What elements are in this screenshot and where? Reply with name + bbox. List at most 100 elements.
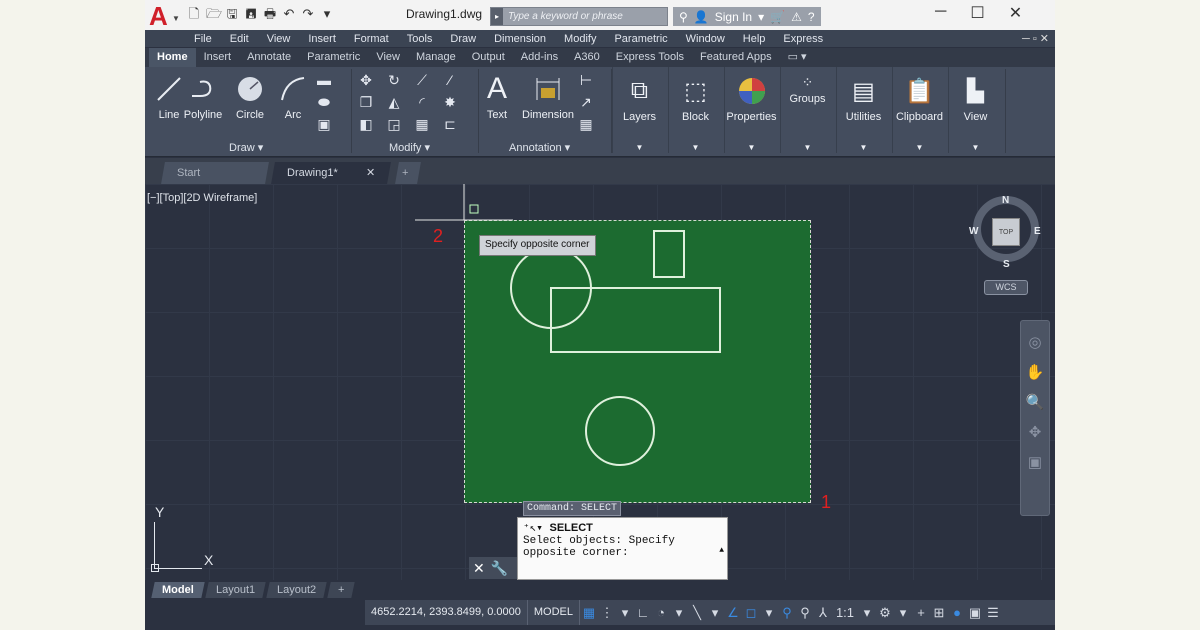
exchange-icon[interactable]: ⚠ (791, 10, 802, 24)
menu-edit[interactable]: Edit (221, 33, 258, 45)
view-dropdown-icon[interactable]: ▼ (949, 143, 1002, 152)
menu-draw[interactable]: Draw (441, 33, 485, 45)
tab-drawing1[interactable]: Drawing1* ✕ (271, 162, 391, 184)
compass-south[interactable]: S (1003, 259, 1010, 270)
tab-view[interactable]: View (368, 48, 408, 67)
groups-dropdown-icon[interactable]: ▼ (781, 143, 834, 152)
properties-dropdown-icon[interactable]: ▼ (725, 143, 778, 152)
menu-file[interactable]: File (185, 33, 221, 45)
annotation-monitor-icon[interactable]: + (912, 605, 930, 620)
print-icon[interactable]: 🖶 (263, 7, 277, 21)
tab-home[interactable]: Home (149, 48, 196, 67)
save-as-icon[interactable]: 🖪 (244, 7, 258, 21)
tab-model[interactable]: Model (151, 582, 205, 598)
offset-icon[interactable]: ⊏ (441, 115, 459, 133)
tab-annotate[interactable]: Annotate (239, 48, 299, 67)
new-icon[interactable]: 🗋 (187, 7, 201, 21)
model-space-button[interactable]: MODEL (528, 600, 580, 625)
circle-button[interactable]: Circle (228, 71, 272, 121)
menu-dimension[interactable]: Dimension (485, 33, 555, 45)
workspace-gear-icon[interactable]: ⚙ (876, 605, 894, 621)
compass-north[interactable]: N (1002, 195, 1009, 206)
tab-insert[interactable]: Insert (196, 48, 240, 67)
dropdown-icon[interactable]: ▾ (706, 605, 724, 621)
osnap-icon[interactable]: ◻ (742, 605, 760, 621)
menu-help[interactable]: Help (734, 33, 775, 45)
object-tracking-icon[interactable]: ∠ (724, 605, 742, 621)
drawing-area[interactable]: [−][Top][2D Wireframe] 2 1 Specify oppos… (145, 184, 1055, 580)
grid-icon[interactable]: ▦ (580, 605, 598, 621)
tab-layout2[interactable]: Layout2 (266, 582, 327, 598)
mdi-controls[interactable]: ─ ▫ ✕ (1022, 32, 1049, 45)
trim-icon[interactable]: ⟋ (413, 71, 431, 89)
cart-icon[interactable]: 🛒 (770, 10, 785, 24)
scale-icon[interactable]: ◲ (385, 115, 403, 133)
app-menu-arrow-icon[interactable]: ▼ (172, 14, 180, 23)
layers-group[interactable]: ⧉ Layers ▼ (612, 67, 666, 153)
annotation-scale-icon[interactable]: ⅄ (814, 605, 832, 621)
arc-button[interactable]: Arc (271, 71, 315, 121)
search-expand-icon[interactable]: ▸ (491, 8, 503, 25)
rotate-icon[interactable]: ↻ (385, 71, 403, 89)
sign-in-link[interactable]: Sign In (715, 10, 752, 24)
binoculars-icon[interactable]: ⚲ (679, 10, 688, 24)
redo-icon[interactable]: ↷ (301, 7, 315, 21)
fullscreen-icon[interactable]: ▣ (966, 605, 984, 621)
add-layout-button[interactable]: + (327, 582, 356, 598)
autocad-logo[interactable]: A (149, 3, 168, 29)
tab-a360[interactable]: A360 (566, 48, 608, 67)
close-icon[interactable]: ✕ (1009, 3, 1022, 23)
tab-express-tools[interactable]: Express Tools (608, 48, 692, 67)
dimension-button[interactable]: Dimension (521, 71, 575, 121)
array-icon[interactable]: ▦ (413, 115, 431, 133)
isodraft-icon[interactable]: ╲ (688, 605, 706, 621)
ribbon-options-icon[interactable]: ▭ ▾ (780, 48, 815, 67)
linear-dim-icon[interactable]: ⊢ (577, 71, 595, 89)
tab-start[interactable]: Start (161, 162, 269, 184)
dropdown-icon[interactable]: ▾ (858, 605, 876, 621)
minimize-icon[interactable]: ─ (935, 3, 946, 23)
tab-parametric[interactable]: Parametric (299, 48, 368, 67)
auto-scale-icon[interactable]: ⚲ (796, 605, 814, 621)
ortho-icon[interactable]: ∟ (634, 605, 652, 620)
menu-modify[interactable]: Modify (555, 33, 605, 45)
annotation-visibility-icon[interactable]: ⚲ (778, 605, 796, 621)
menu-parametric[interactable]: Parametric (605, 33, 676, 45)
coordinates-readout[interactable]: 4652.2214, 2393.8499, 0.0000 (365, 600, 528, 625)
help-icon[interactable]: ? (808, 10, 815, 24)
block-group[interactable]: ⬚ Block ▼ (668, 67, 722, 153)
undo-icon[interactable]: ↶ (282, 7, 296, 21)
menu-insert[interactable]: Insert (299, 33, 345, 45)
customize-menu-icon[interactable]: ☰ (984, 605, 1002, 621)
maximize-icon[interactable]: ☐ (970, 3, 984, 23)
draw-panel-title[interactable]: Draw ▾ (229, 141, 263, 154)
clipboard-group[interactable]: 📋 Clipboard ▼ (892, 67, 946, 153)
tab-featured-apps[interactable]: Featured Apps (692, 48, 780, 67)
snap-icon[interactable]: ⋮ (598, 605, 616, 621)
table-icon[interactable]: ▦ (577, 115, 595, 133)
hatch-icon[interactable]: ▣ (315, 115, 333, 133)
close-tab-icon[interactable]: ✕ (366, 162, 375, 184)
close-command-icon[interactable]: ✕ (473, 560, 485, 577)
text-button[interactable]: A Text (475, 71, 519, 121)
dropdown-icon[interactable]: ▾ (670, 605, 688, 621)
menu-tools[interactable]: Tools (398, 33, 442, 45)
wcs-menu[interactable]: WCS (984, 280, 1028, 295)
menu-window[interactable]: Window (677, 33, 734, 45)
polyline-button[interactable]: Polyline (181, 71, 225, 121)
menu-view[interactable]: View (258, 33, 300, 45)
tab-manage[interactable]: Manage (408, 48, 464, 67)
clipboard-dropdown-icon[interactable]: ▼ (893, 143, 946, 152)
customize-wrench-icon[interactable]: 🔧 (491, 560, 508, 577)
tab-output[interactable]: Output (464, 48, 513, 67)
menu-express[interactable]: Express (774, 33, 832, 45)
stretch-icon[interactable]: ◧ (357, 115, 375, 133)
qat-customize-icon[interactable]: ▾ (320, 7, 334, 21)
units-icon[interactable]: ⊞ (930, 605, 948, 621)
properties-group[interactable]: Properties ▼ (724, 67, 778, 153)
dropdown-icon[interactable]: ▾ (758, 10, 764, 24)
tab-add-ins[interactable]: Add-ins (513, 48, 566, 67)
explode-icon[interactable]: ✸ (441, 93, 459, 111)
compass-east[interactable]: E (1034, 226, 1041, 237)
modify-panel-title[interactable]: Modify ▾ (389, 141, 430, 154)
